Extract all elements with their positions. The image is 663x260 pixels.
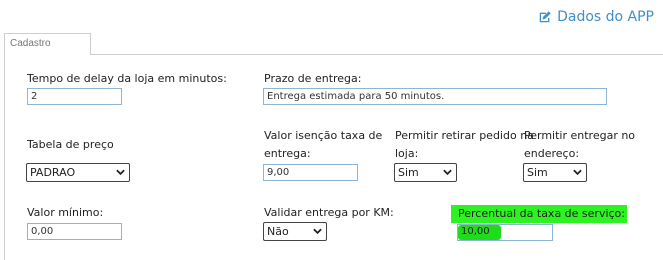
minimo-label: Valor mínimo: — [27, 206, 104, 219]
dados-do-app-label: Dados do APP — [557, 9, 654, 25]
prazo-input[interactable]: Entrega estimada para 50 minutos. — [263, 88, 607, 105]
chevron-down-icon — [443, 169, 452, 176]
edit-icon — [538, 10, 552, 24]
validar-select[interactable]: Não — [263, 222, 327, 241]
validar-select-value: Não — [267, 225, 289, 238]
entregar-label-1: Permitir entregar no — [524, 129, 636, 142]
tabela-select-value: PADRAO — [30, 166, 76, 179]
tabela-select[interactable]: PADRAO — [26, 163, 130, 182]
retirar-label-2: loja: — [395, 147, 419, 160]
percentual-value: 10,00 — [461, 226, 490, 237]
validar-label: Validar entrega por KM: — [264, 206, 394, 219]
entregar-select-value: Sim — [527, 166, 548, 179]
isencao-label-1: Valor isenção taxa de — [264, 129, 383, 142]
entregar-label-2: endereço: — [524, 147, 580, 160]
entregar-select[interactable]: Sim — [523, 163, 587, 182]
tabela-label: Tabela de preço — [27, 138, 114, 151]
prazo-label: Prazo de entrega: — [264, 72, 362, 85]
tab-cadastro[interactable]: Cadastro — [4, 33, 91, 55]
chevron-down-icon — [116, 169, 125, 176]
isencao-label-2: entrega: — [264, 147, 311, 160]
delay-input[interactable]: 2 — [27, 88, 122, 105]
percentual-label: Percentual da taxa de serviço: — [451, 205, 627, 223]
retirar-select-value: Sim — [398, 166, 419, 179]
chevron-down-icon — [313, 228, 322, 235]
retirar-select[interactable]: Sim — [394, 163, 457, 182]
dados-do-app-link[interactable]: Dados do APP — [538, 9, 654, 25]
isencao-input[interactable]: 9,00 — [263, 164, 358, 181]
chevron-down-icon — [573, 169, 582, 176]
minimo-input[interactable]: 0,00 — [27, 223, 122, 240]
delay-label: Tempo de delay da loja em minutos: — [27, 72, 227, 85]
retirar-label-1: Permitir retirar pedido na — [395, 129, 534, 142]
